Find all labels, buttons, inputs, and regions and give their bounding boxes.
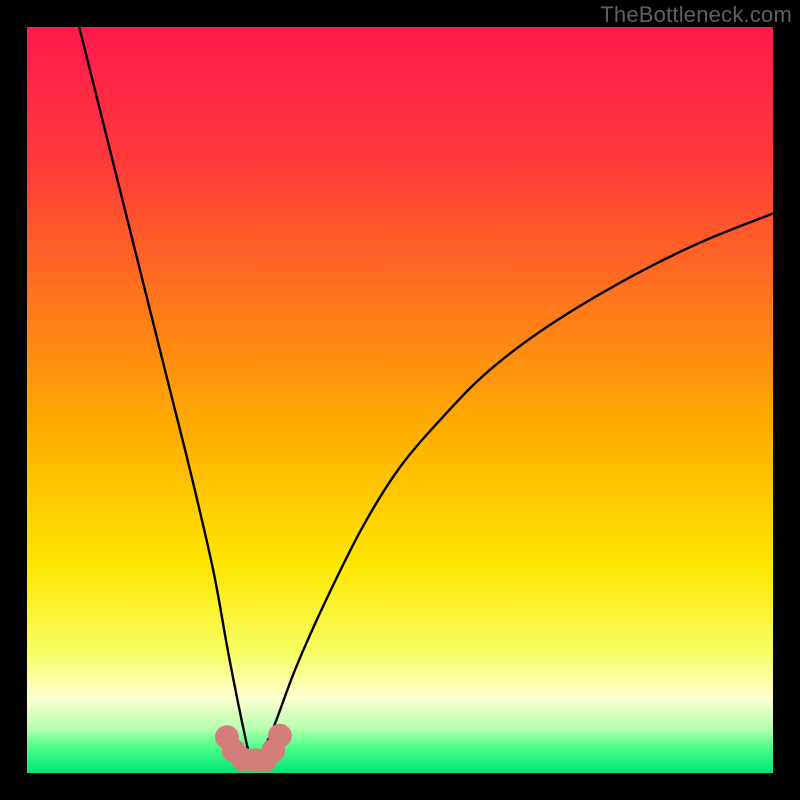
bead: [268, 724, 292, 748]
salmon-beads: [215, 724, 292, 772]
plot-frame: [27, 27, 773, 773]
bottleneck-curve: [27, 27, 773, 773]
watermark-text: TheBottleneck.com: [600, 2, 792, 28]
